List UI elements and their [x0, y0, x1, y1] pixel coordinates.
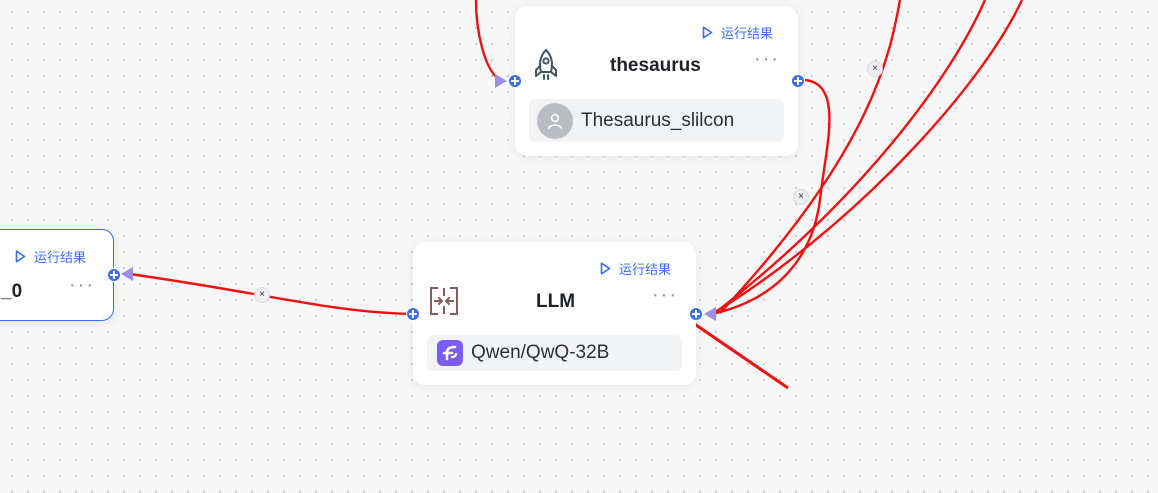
run-result-button[interactable]: 运行结果	[600, 259, 671, 278]
user-avatar-icon	[537, 102, 573, 139]
delete-edge-button[interactable]: ×	[793, 189, 809, 205]
play-icon	[600, 262, 611, 275]
run-result-label: 运行结果	[34, 250, 87, 265]
model-name: Qwen/QwQ-32B	[471, 342, 610, 363]
node-thesaurus[interactable]: 运行结果 thesaurus ··· Thesaurus_slilcon	[515, 6, 798, 156]
run-result-label: 运行结果	[619, 262, 672, 277]
more-options-button[interactable]: ···	[652, 285, 678, 305]
llm-output-handle[interactable]	[689, 307, 703, 321]
node-title: LLM	[536, 291, 576, 312]
knowledge-base-name: Thesaurus_slilcon	[581, 109, 735, 131]
edge-top-to-thesaurus[interactable]	[474, 0, 501, 82]
thesaurus-input-handle[interactable]	[508, 74, 522, 88]
play-icon	[702, 26, 713, 39]
more-options-button[interactable]: ···	[69, 275, 95, 295]
run-result-button[interactable]: 运行结果	[702, 23, 773, 42]
siliconflow-logo-icon	[437, 340, 463, 366]
edge-llm-to-left-node[interactable]	[129, 272, 413, 316]
model-chip[interactable]: Qwen/QwQ-32B	[427, 335, 682, 371]
thesaurus-output-handle[interactable]	[791, 74, 805, 88]
llm-output-arrowhead	[704, 307, 716, 321]
llm-input-handle[interactable]	[406, 307, 420, 321]
node-left[interactable]: 运行结果 _0 ···	[0, 229, 114, 321]
more-options-button[interactable]: ···	[754, 49, 780, 69]
node-llm[interactable]: 运行结果 LLM ··· Qwen/QwQ-32B	[413, 242, 696, 385]
thesaurus-input-arrowhead	[495, 74, 507, 88]
node-title: thesaurus	[610, 55, 701, 76]
left-node-input-arrowhead	[121, 267, 133, 281]
llm-merge-icon	[430, 287, 458, 315]
node-title: _0	[1, 281, 23, 302]
delete-edge-button[interactable]: ×	[254, 287, 270, 303]
left-node-output-handle[interactable]	[107, 268, 121, 282]
run-result-button[interactable]: 运行结果	[15, 247, 86, 266]
run-result-label: 运行结果	[721, 26, 774, 41]
rocket-icon	[535, 49, 557, 80]
delete-edge-button[interactable]: ×	[867, 61, 883, 77]
play-icon	[15, 250, 26, 263]
knowledge-base-chip[interactable]: Thesaurus_slilcon	[529, 99, 784, 142]
